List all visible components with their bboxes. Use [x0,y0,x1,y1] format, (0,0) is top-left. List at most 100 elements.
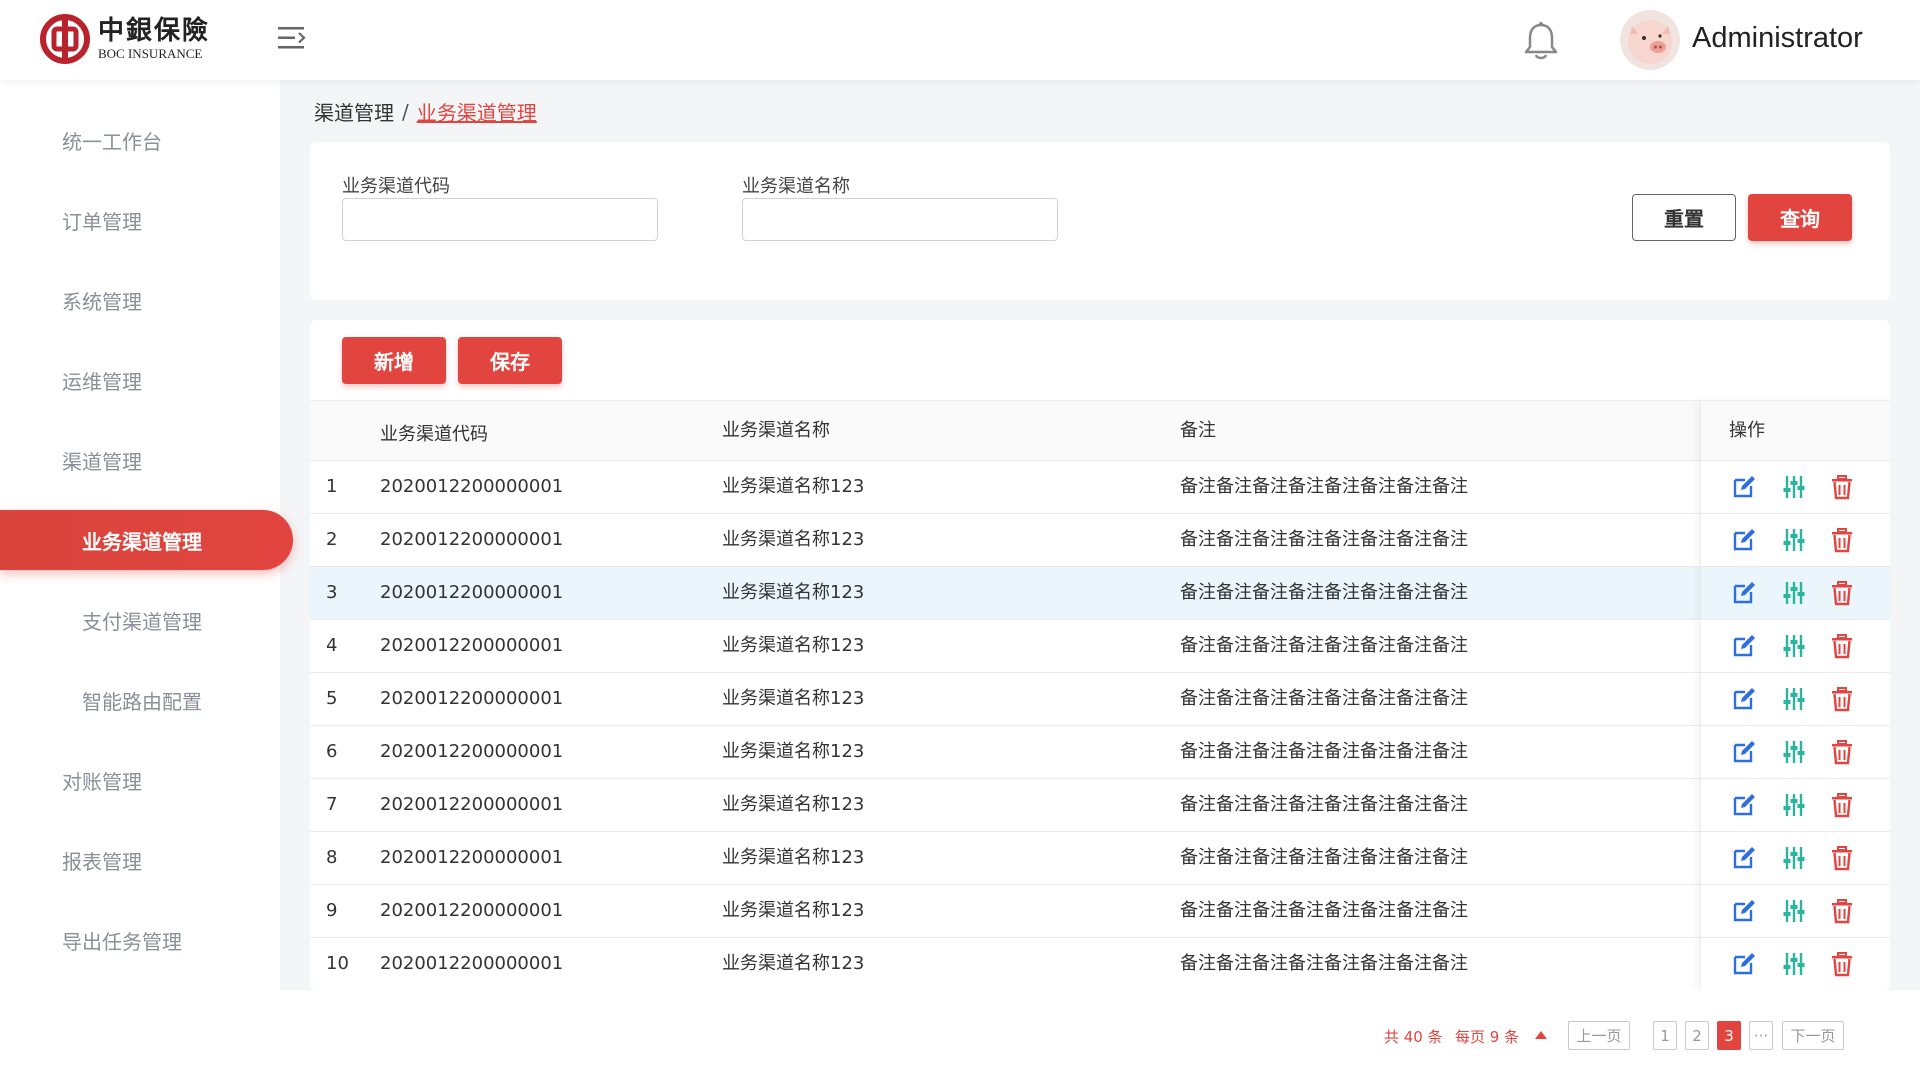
sidebar-item-ops[interactable]: 运维管理 [0,350,280,410]
table-row[interactable]: 3 2020012200000001 业务渠道名称123 备注备注备注备注备注备注备注… [310,567,1890,620]
channel-code-cell: 2020012200000001 [380,900,564,921]
sidebar-item-export-tasks[interactable]: 导出任务管理 [0,910,280,970]
brand-logo[interactable]: 中銀保險 BOC INSURANCE [40,14,210,64]
filter-panel: 业务渠道代码 业务渠道名称 重置 查询 [310,142,1890,300]
breadcrumb-parent[interactable]: 渠道管理 [314,97,394,126]
prev-page-button[interactable]: 上一页 [1568,1021,1630,1050]
channel-name-cell: 业务渠道名称123 [722,635,865,656]
remark-cell: 备注备注备注备注备注备注备注备注 [1180,582,1468,603]
row-index-cell: 10 [326,953,349,974]
pig-avatar-icon [1628,20,1672,64]
channel-name-cell: 业务渠道名称123 [722,529,865,550]
sidebar-item-label: 渠道管理 [62,449,142,474]
column-header-remark: 备注 [1180,420,1216,441]
page-button-current[interactable]: 3 [1717,1021,1741,1050]
channel-name-cell: 业务渠道名称123 [722,741,865,762]
remark-cell: 备注备注备注备注备注备注备注备注 [1180,635,1468,656]
channel-code-cell: 2020012200000001 [380,794,564,815]
page-size[interactable]: 每页 9 条 [1455,1026,1519,1047]
table-row[interactable]: 4 2020012200000001 业务渠道名称123 备注备注备注备注备注备注备注… [310,620,1890,673]
user-avatar[interactable] [1620,10,1680,70]
channel-name-cell: 业务渠道名称123 [722,847,865,868]
sidebar-item-reports[interactable]: 报表管理 [0,830,280,890]
reset-button[interactable]: 重置 [1632,194,1736,241]
channel-name-label: 业务渠道名称 [742,176,850,197]
more-pages-button[interactable]: ··· [1749,1021,1773,1050]
bell-icon[interactable] [1521,20,1561,62]
remark-cell: 备注备注备注备注备注备注备注备注 [1180,476,1468,497]
sidebar-item-label: 系统管理 [62,289,142,314]
remark-cell: 备注备注备注备注备注备注备注备注 [1180,741,1468,762]
channel-name-cell: 业务渠道名称123 [722,582,865,603]
table-row[interactable]: 2 2020012200000001 业务渠道名称123 备注备注备注备注备注备注备注… [310,514,1890,567]
sidebar-item-payment-channels[interactable]: 支付渠道管理 [0,590,280,650]
remark-cell: 备注备注备注备注备注备注备注备注 [1180,953,1468,974]
sidebar-item-label: 统一工作台 [62,129,162,154]
search-button[interactable]: 查询 [1748,194,1852,241]
row-index-cell: 9 [326,900,338,921]
brand-name-cn: 中銀保險 [98,16,211,46]
sidebar-item-channels[interactable]: 渠道管理 [0,430,280,490]
channel-code-cell: 2020012200000001 [380,476,564,497]
row-index-cell: 2 [326,529,338,550]
channel-name-cell: 业务渠道名称123 [722,794,865,815]
table-row[interactable]: 7 2020012200000001 业务渠道名称123 备注备注备注备注备注备注备注… [310,779,1890,832]
sidebar-item-workbench[interactable]: 统一工作台 [0,110,280,170]
ops-column-divider [1700,400,1890,990]
page-size-caret-icon[interactable] [1535,1031,1547,1039]
boc-logo-icon [40,14,90,64]
row-index-cell: 3 [326,582,338,603]
channel-code-cell: 2020012200000001 [380,688,564,709]
sidebar-item-system[interactable]: 系统管理 [0,270,280,330]
sidebar-item-label: 订单管理 [62,209,142,234]
channel-code-input[interactable] [342,198,658,241]
sidebar-item-label: 智能路由配置 [82,689,202,714]
channel-name-input[interactable] [742,198,1058,241]
sidebar-item-label: 报表管理 [62,849,142,874]
brand-name-en: BOC INSURANCE [98,46,203,61]
column-header-code: 业务渠道代码 [380,424,488,445]
channel-code-cell: 2020012200000001 [380,582,564,603]
table-header: 业务渠道代码 业务渠道名称 备注 操作 [310,400,1890,461]
remark-cell: 备注备注备注备注备注备注备注备注 [1180,794,1468,815]
row-index-cell: 4 [326,635,338,656]
sidebar-item-orders[interactable]: 订单管理 [0,190,280,250]
page-button[interactable]: 2 [1685,1021,1709,1050]
sidebar-item-smart-routing[interactable]: 智能路由配置 [0,670,280,730]
top-header: 中銀保險 BOC INSURANCE Administrator [0,0,1920,80]
channel-code-cell: 2020012200000001 [380,741,564,762]
channel-code-cell: 2020012200000001 [380,953,564,974]
table-row[interactable]: 1 2020012200000001 业务渠道名称123 备注备注备注备注备注备注备注… [310,461,1890,514]
row-index-cell: 7 [326,794,338,815]
next-page-button[interactable]: 下一页 [1782,1021,1844,1050]
breadcrumb-current[interactable]: 业务渠道管理 [417,97,537,126]
sidebar-item-reconciliation[interactable]: 对账管理 [0,750,280,810]
total-count: 共 40 条 [1384,1028,1443,1046]
table-row[interactable]: 6 2020012200000001 业务渠道名称123 备注备注备注备注备注备注备注… [310,726,1890,779]
sidebar: 统一工作台 订单管理 系统管理 运维管理 渠道管理 业务渠道管理 支付渠道管理 … [0,80,293,1080]
column-header-name: 业务渠道名称 [722,420,830,441]
remark-cell: 备注备注备注备注备注备注备注备注 [1180,688,1468,709]
save-button[interactable]: 保存 [458,337,562,384]
row-index-cell: 8 [326,847,338,868]
channel-name-cell: 业务渠道名称123 [722,476,865,497]
breadcrumb-separator: / [402,99,409,124]
remark-cell: 备注备注备注备注备注备注备注备注 [1180,847,1468,868]
table-row[interactable]: 10 2020012200000001 业务渠道名称123 备注备注备注备注备注备注备… [310,938,1890,990]
sidebar-item-label: 对账管理 [62,769,142,794]
menu-fold-icon[interactable] [276,24,308,52]
username[interactable]: Administrator [1692,20,1863,56]
channel-name-cell: 业务渠道名称123 [722,953,865,974]
sidebar-item-label: 导出任务管理 [62,929,182,954]
table-row[interactable]: 9 2020012200000001 业务渠道名称123 备注备注备注备注备注备注备注… [310,885,1890,938]
add-button[interactable]: 新增 [342,337,446,384]
channel-name-cell: 业务渠道名称123 [722,900,865,921]
page-button[interactable]: 1 [1653,1021,1677,1050]
remark-cell: 备注备注备注备注备注备注备注备注 [1180,529,1468,550]
channel-table-panel: 新增 保存 业务渠道代码 业务渠道名称 备注 操作 1 2020012200000… [310,320,1890,990]
table-row[interactable]: 8 2020012200000001 业务渠道名称123 备注备注备注备注备注备注备注… [310,832,1890,885]
pagination: 共 40 条 每页 9 条 上一页 1 2 3 ··· 下一页 [280,990,1920,1080]
channel-code-label: 业务渠道代码 [342,176,450,197]
table-row[interactable]: 5 2020012200000001 业务渠道名称123 备注备注备注备注备注备注备注… [310,673,1890,726]
sidebar-item-business-channels[interactable]: 业务渠道管理 [0,510,293,570]
